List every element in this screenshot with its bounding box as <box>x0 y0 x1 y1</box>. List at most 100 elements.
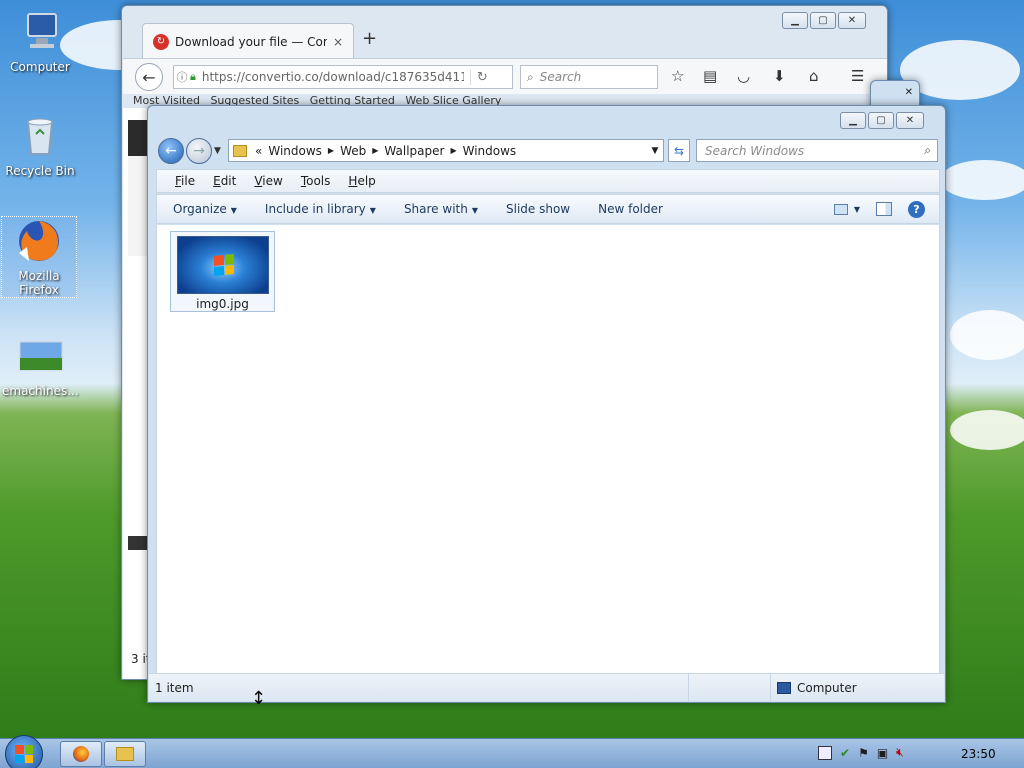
status-location: Computer <box>797 680 857 695</box>
desktop-icon-computer[interactable]: Computer <box>2 8 78 74</box>
organize-label: Organize <box>173 202 227 216</box>
file-list[interactable]: img0.jpg <box>156 225 940 673</box>
change-view-button[interactable]: ▼ <box>833 203 860 215</box>
desktop-icon-emachines[interactable]: emachines... <box>2 332 79 398</box>
chevron-right-icon[interactable]: ▶ <box>328 146 334 155</box>
include-in-library-button[interactable]: Include in library ▼ <box>265 202 376 216</box>
address-row: ← → ▼ « Windows ▶ Web ▶ Wallpaper ▶ Wind… <box>156 136 940 166</box>
share-with-button[interactable]: Share with ▼ <box>404 202 478 216</box>
search-input[interactable]: ⌕ Search <box>520 65 658 89</box>
back-button[interactable]: ← <box>158 138 184 164</box>
folder-icon <box>233 144 247 157</box>
breadcrumb-item[interactable]: Wallpaper <box>384 144 444 158</box>
menu-bar: File Edit View Tools Help <box>156 169 940 193</box>
menu-view[interactable]: View <box>254 174 282 188</box>
file-item[interactable]: img0.jpg <box>170 231 275 312</box>
start-button[interactable] <box>5 735 43 768</box>
chevron-down-icon: ▼ <box>369 206 376 215</box>
action-center-flag-icon[interactable]: ⚑ <box>858 746 869 760</box>
lock-icon: 🔒︎ <box>190 70 196 83</box>
include-in-library-label: Include in library <box>264 202 366 216</box>
desktop-icon-label: Computer <box>10 60 70 74</box>
desktop-icon-firefox[interactable]: Mozilla Firefox <box>1 216 77 298</box>
close-button[interactable]: ✕ <box>896 112 924 129</box>
minimize-button[interactable]: ▁ <box>840 112 866 129</box>
taskbar-firefox-button[interactable] <box>60 741 102 767</box>
taskbar-explorer-button[interactable] <box>104 741 146 767</box>
window-controls: ▁ ▢ ✕ <box>840 112 924 129</box>
organize-button[interactable]: Organize ▼ <box>173 202 237 216</box>
maximize-button[interactable]: ▢ <box>810 12 836 29</box>
menu-tools[interactable]: Tools <box>301 174 331 188</box>
volume-muted-icon[interactable]: 🔇︎ <box>896 745 904 760</box>
new-folder-button[interactable]: New folder <box>598 202 663 216</box>
preview-pane-icon[interactable] <box>876 202 892 216</box>
search-input[interactable]: Search Windows ⌕ <box>696 139 938 162</box>
new-tab-button[interactable]: + <box>362 28 377 49</box>
share-with-label: Share with <box>403 202 468 216</box>
minimize-button[interactable]: ▁ <box>782 12 808 29</box>
close-button[interactable]: ✕ <box>838 12 866 29</box>
browser-tab[interactable]: ↻ Download your file — Con... × <box>142 23 354 59</box>
chevron-right-icon[interactable]: ▶ <box>450 146 456 155</box>
desktop-icon-recycle-bin[interactable]: Recycle Bin <box>2 112 78 178</box>
slide-show-button[interactable]: Slide show <box>506 202 570 216</box>
search-icon[interactable]: ⌕ <box>924 143 931 158</box>
breadcrumb-item[interactable]: Windows <box>268 144 322 158</box>
refresh-button[interactable]: ⇆ <box>668 139 690 162</box>
image-file-icon <box>16 332 64 380</box>
chevron-down-icon: ▼ <box>853 204 860 214</box>
breadcrumb-item[interactable]: Web <box>340 144 366 158</box>
view-icon <box>833 203 848 215</box>
status-bar: 1 item Computer <box>149 673 944 701</box>
page-footer-strip <box>128 536 148 550</box>
forward-button[interactable]: → <box>186 138 212 164</box>
item-count: 1 item <box>149 674 689 701</box>
security-icon[interactable]: ✔ <box>840 746 850 760</box>
convertio-icon: ↻ <box>153 33 169 50</box>
info-icon[interactable]: ⓘ <box>174 69 190 85</box>
menu-file[interactable]: File <box>175 174 195 188</box>
desktop-icon-label: Recycle Bin <box>5 164 75 178</box>
menu-help[interactable]: Help <box>348 174 375 188</box>
search-placeholder: Search <box>539 70 582 84</box>
help-icon[interactable]: ? <box>908 200 925 218</box>
breadcrumb-item[interactable]: Windows <box>463 144 517 158</box>
clock[interactable]: 23:50 <box>961 747 996 761</box>
bookmark-star-icon[interactable]: ☆ <box>671 67 684 85</box>
recent-pages-dropdown[interactable]: ▼ <box>214 146 221 156</box>
network-icon[interactable]: ▣ <box>877 746 888 760</box>
breadcrumb-overflow[interactable]: « <box>255 144 262 158</box>
close-icon[interactable]: ✕ <box>905 87 913 98</box>
tab-close-button[interactable]: × <box>333 35 343 49</box>
url-bar[interactable]: ⓘ 🔒︎ https://convertio.co/download/c1876… <box>173 65 513 89</box>
reload-icon[interactable]: ↻ <box>469 69 488 85</box>
downloads-icon[interactable]: ⬇ <box>773 67 786 85</box>
menu-edit[interactable]: Edit <box>213 174 236 188</box>
recycle-bin-icon <box>16 112 64 160</box>
address-bar[interactable]: « Windows ▶ Web ▶ Wallpaper ▶ Windows ▼ <box>228 139 664 162</box>
system-tray: ✔ ⚑ ▣ 🔇︎ <box>818 745 904 760</box>
maximize-button[interactable]: ▢ <box>868 112 894 129</box>
image-thumbnail <box>176 236 269 294</box>
notes-icon[interactable] <box>818 745 832 760</box>
computer-icon <box>777 681 791 694</box>
chevron-down-icon: ▼ <box>230 206 237 215</box>
home-icon[interactable]: ⌂ <box>809 67 819 85</box>
menu-icon[interactable]: ☰ <box>851 67 864 85</box>
back-button[interactable]: ← <box>135 63 163 91</box>
explorer-window[interactable]: ▁ ▢ ✕ ← → ▼ « Windows ▶ Web ▶ Wallpaper … <box>147 105 946 703</box>
folder-icon <box>116 747 134 761</box>
reading-list-icon[interactable]: ▤ <box>703 67 717 85</box>
pocket-icon[interactable]: ◡ <box>737 67 750 85</box>
chevron-right-icon[interactable]: ▶ <box>372 146 378 155</box>
url-text[interactable]: https://convertio.co/download/c187635d41… <box>202 70 464 84</box>
view-controls: ▼ ? <box>833 200 925 218</box>
windows-logo-icon <box>213 253 234 277</box>
window-controls: ▁ ▢ ✕ <box>782 12 866 29</box>
computer-icon <box>16 8 64 56</box>
taskbar: ✔ ⚑ ▣ 🔇︎ 23:50 <box>0 735 1024 768</box>
address-dropdown-icon[interactable]: ▼ <box>647 146 663 156</box>
firefox-icon <box>73 746 89 762</box>
command-bar: Organize ▼ Include in library ▼ Share with… <box>156 194 940 224</box>
